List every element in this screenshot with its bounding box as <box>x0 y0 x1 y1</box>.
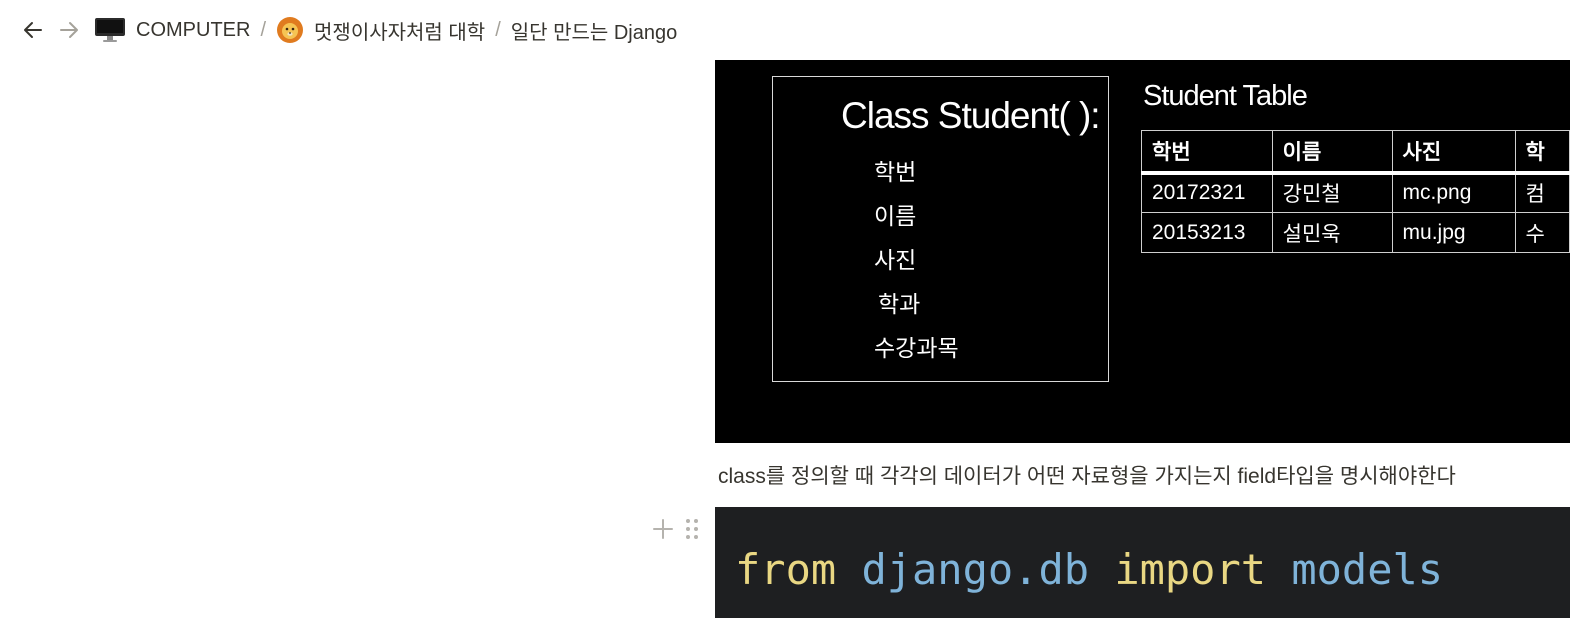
student-table: 학번 이름 사진 학 20172321 강민철 mc.png 컴 2015321… <box>1141 130 1570 253</box>
breadcrumb: COMPUTER / 멋쟁이사자처럼 대학 / 일단 만드는 Django <box>88 14 683 47</box>
class-field: 학과 <box>878 291 921 317</box>
table-row: 20172321 강민철 mc.png 컴 <box>1141 172 1570 213</box>
code-keyword: import <box>1114 545 1267 594</box>
top-bar: COMPUTER / 멋쟁이사자처럼 대학 / 일단 만드는 Django <box>0 0 1570 60</box>
code-module: django.db <box>861 545 1090 594</box>
table-header-cell: 사진 <box>1391 130 1516 175</box>
table-header-cell: 이름 <box>1271 130 1393 175</box>
breadcrumb-separator: / <box>260 18 267 41</box>
breadcrumb-label: COMPUTER <box>136 18 251 41</box>
breadcrumb-label: 일단 만드는 Django <box>510 21 678 44</box>
class-field: 수강과목 <box>874 335 959 361</box>
back-arrow-icon[interactable] <box>20 17 46 43</box>
table-cell: 20172321 <box>1141 172 1273 213</box>
forward-arrow-icon[interactable] <box>56 17 82 43</box>
table-cell: 컴 <box>1514 172 1570 213</box>
block-handles <box>650 516 702 542</box>
table-cell: mu.jpg <box>1391 212 1516 253</box>
breadcrumb-item-current-page[interactable]: 일단 만드는 Django <box>505 14 684 47</box>
table-row: 20153213 설민욱 mu.jpg 수 <box>1141 212 1570 253</box>
code-name: models <box>1291 545 1444 594</box>
lion-icon <box>276 16 304 44</box>
table-cell: 설민욱 <box>1271 212 1393 253</box>
code-keyword: from <box>735 545 837 594</box>
class-definition-box: Class Student( ): 학번 이름 사진 학과 수강과목 <box>772 76 1109 382</box>
class-field: 학번 <box>874 159 917 185</box>
table-cell: 20153213 <box>1141 212 1273 253</box>
table-header-row: 학번 이름 사진 학 <box>1141 130 1570 175</box>
code-block[interactable]: from django.db import models <box>715 507 1570 618</box>
slide-image[interactable]: Class Student( ): 학번 이름 사진 학과 수강과목 Stude… <box>715 60 1570 443</box>
breadcrumb-separator: / <box>495 18 501 41</box>
table-cell: 강민철 <box>1271 172 1393 213</box>
class-title: Class Student( ): <box>841 95 1101 136</box>
class-field: 이름 <box>874 203 917 229</box>
drag-handle-icon[interactable] <box>682 516 702 542</box>
table-title: Student Table <box>1143 80 1308 112</box>
text-block[interactable]: class를 정의할 때 각각의 데이터가 어떤 자료형을 가지는지 field… <box>718 460 1456 490</box>
table-header-cell: 학번 <box>1141 130 1273 175</box>
add-block-icon[interactable] <box>650 516 676 542</box>
breadcrumb-item-likelion[interactable]: 멋쟁이사자처럼 대학 <box>270 14 491 47</box>
table-cell: 수 <box>1514 212 1570 253</box>
breadcrumb-item-computer[interactable]: COMPUTER <box>88 14 256 46</box>
table-cell: mc.png <box>1391 172 1516 213</box>
breadcrumb-label: 멋쟁이사자처럼 대학 <box>314 21 486 44</box>
code-line: from django.db import models <box>735 545 1443 594</box>
table-header-cell: 학 <box>1514 130 1570 175</box>
computer-icon <box>94 16 126 44</box>
class-field: 사진 <box>874 247 917 273</box>
